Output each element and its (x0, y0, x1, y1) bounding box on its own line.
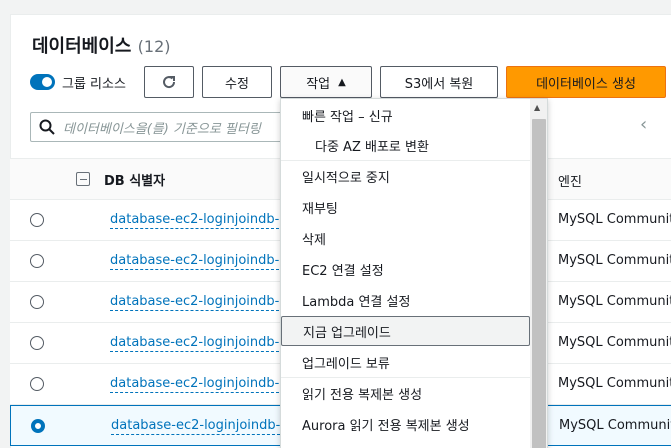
refresh-icon (163, 76, 176, 89)
actions-dropdown-menu: 빠른 작업 – 신규 다중 AZ 배포로 변환 일시적으로 중지 재부팅 삭제 … (280, 98, 548, 448)
menu-item-ec2-connection[interactable]: EC2 연결 설정 (281, 254, 530, 284)
menu-item-create-read-replica[interactable]: 읽기 전용 복제본 생성 (281, 378, 530, 408)
restore-from-s3-button[interactable]: S3에서 복원 (380, 66, 498, 98)
menu-item-upgrade-now[interactable]: 지금 업그레이드 (281, 316, 530, 346)
chevron-left-icon[interactable]: ‹ (640, 114, 647, 135)
menu-item-quick-actions[interactable]: 빠른 작업 – 신규 (281, 100, 530, 130)
database-count: (12) (137, 37, 171, 56)
modify-button[interactable]: 수정 (202, 66, 272, 98)
menu-item-create-aurora-read-replica[interactable]: Aurora 읽기 전용 복제본 생성 (281, 409, 530, 439)
row-radio[interactable] (30, 254, 44, 268)
scroll-up-icon[interactable]: ▲ (534, 103, 540, 112)
engine-cell: MySQL Community (558, 335, 671, 350)
menu-item-lambda-connection[interactable]: Lambda 연결 설정 (281, 285, 530, 315)
engine-cell: MySQL Community (558, 212, 671, 227)
search-icon (39, 119, 55, 135)
caret-up-icon: ▲ (338, 76, 346, 88)
refresh-button[interactable] (144, 66, 194, 98)
row-radio[interactable] (30, 377, 44, 391)
engine-cell: MySQL Community (558, 376, 671, 391)
menu-item-delete[interactable]: 삭제 (281, 223, 530, 253)
menu-item-defer-upgrade[interactable]: 업그레이드 보류 (281, 347, 530, 377)
db-identifier-link[interactable]: database-ec2-loginjoindb- (110, 253, 280, 270)
row-radio[interactable] (30, 213, 44, 227)
db-identifier-link[interactable]: database-ec2-loginjoindb- (110, 335, 280, 352)
db-identifier-link[interactable]: database-ec2-loginjoindb- (111, 418, 281, 435)
column-db-identifier[interactable]: DB 식별자 (104, 170, 165, 189)
engine-cell: MySQL Community (558, 294, 671, 309)
db-identifier-link[interactable]: database-ec2-loginjoindb- (110, 212, 280, 229)
collapse-all-icon[interactable] (76, 172, 90, 186)
db-identifier-link[interactable]: database-ec2-loginjoindb- (110, 294, 280, 311)
page-title: 데이터베이스 (12) (32, 36, 171, 57)
search-input[interactable]: 데이터베이스을(를) 기준으로 필터링 (30, 112, 320, 142)
group-resources-label: 그룹 리소스 (62, 76, 126, 92)
db-identifier-link[interactable]: database-ec2-loginjoindb- (110, 376, 280, 393)
engine-cell: MySQL Community (559, 418, 671, 433)
create-database-button[interactable]: 데이터베이스 생성 (506, 66, 666, 98)
search-placeholder: 데이터베이스을(를) 기준으로 필터링 (63, 121, 261, 137)
actions-button[interactable]: 작업 ▲ (280, 66, 372, 98)
menu-scrollbar[interactable]: ▲ (530, 99, 547, 448)
row-radio[interactable] (30, 336, 44, 350)
engine-cell: MySQL Community (558, 253, 671, 268)
menu-item-stop-temporarily[interactable]: 일시적으로 중지 (281, 161, 530, 191)
toggle-switch[interactable] (30, 74, 55, 90)
row-radio[interactable] (30, 295, 44, 309)
group-resources-toggle[interactable]: 그룹 리소스 (30, 72, 126, 92)
menu-item-reboot[interactable]: 재부팅 (281, 192, 530, 222)
column-engine[interactable]: 엔진 (558, 171, 582, 190)
scroll-thumb[interactable] (532, 119, 546, 448)
menu-item-convert-multi-az[interactable]: 다중 AZ 배포로 변환 (281, 130, 530, 160)
row-radio-selected[interactable] (31, 419, 45, 433)
